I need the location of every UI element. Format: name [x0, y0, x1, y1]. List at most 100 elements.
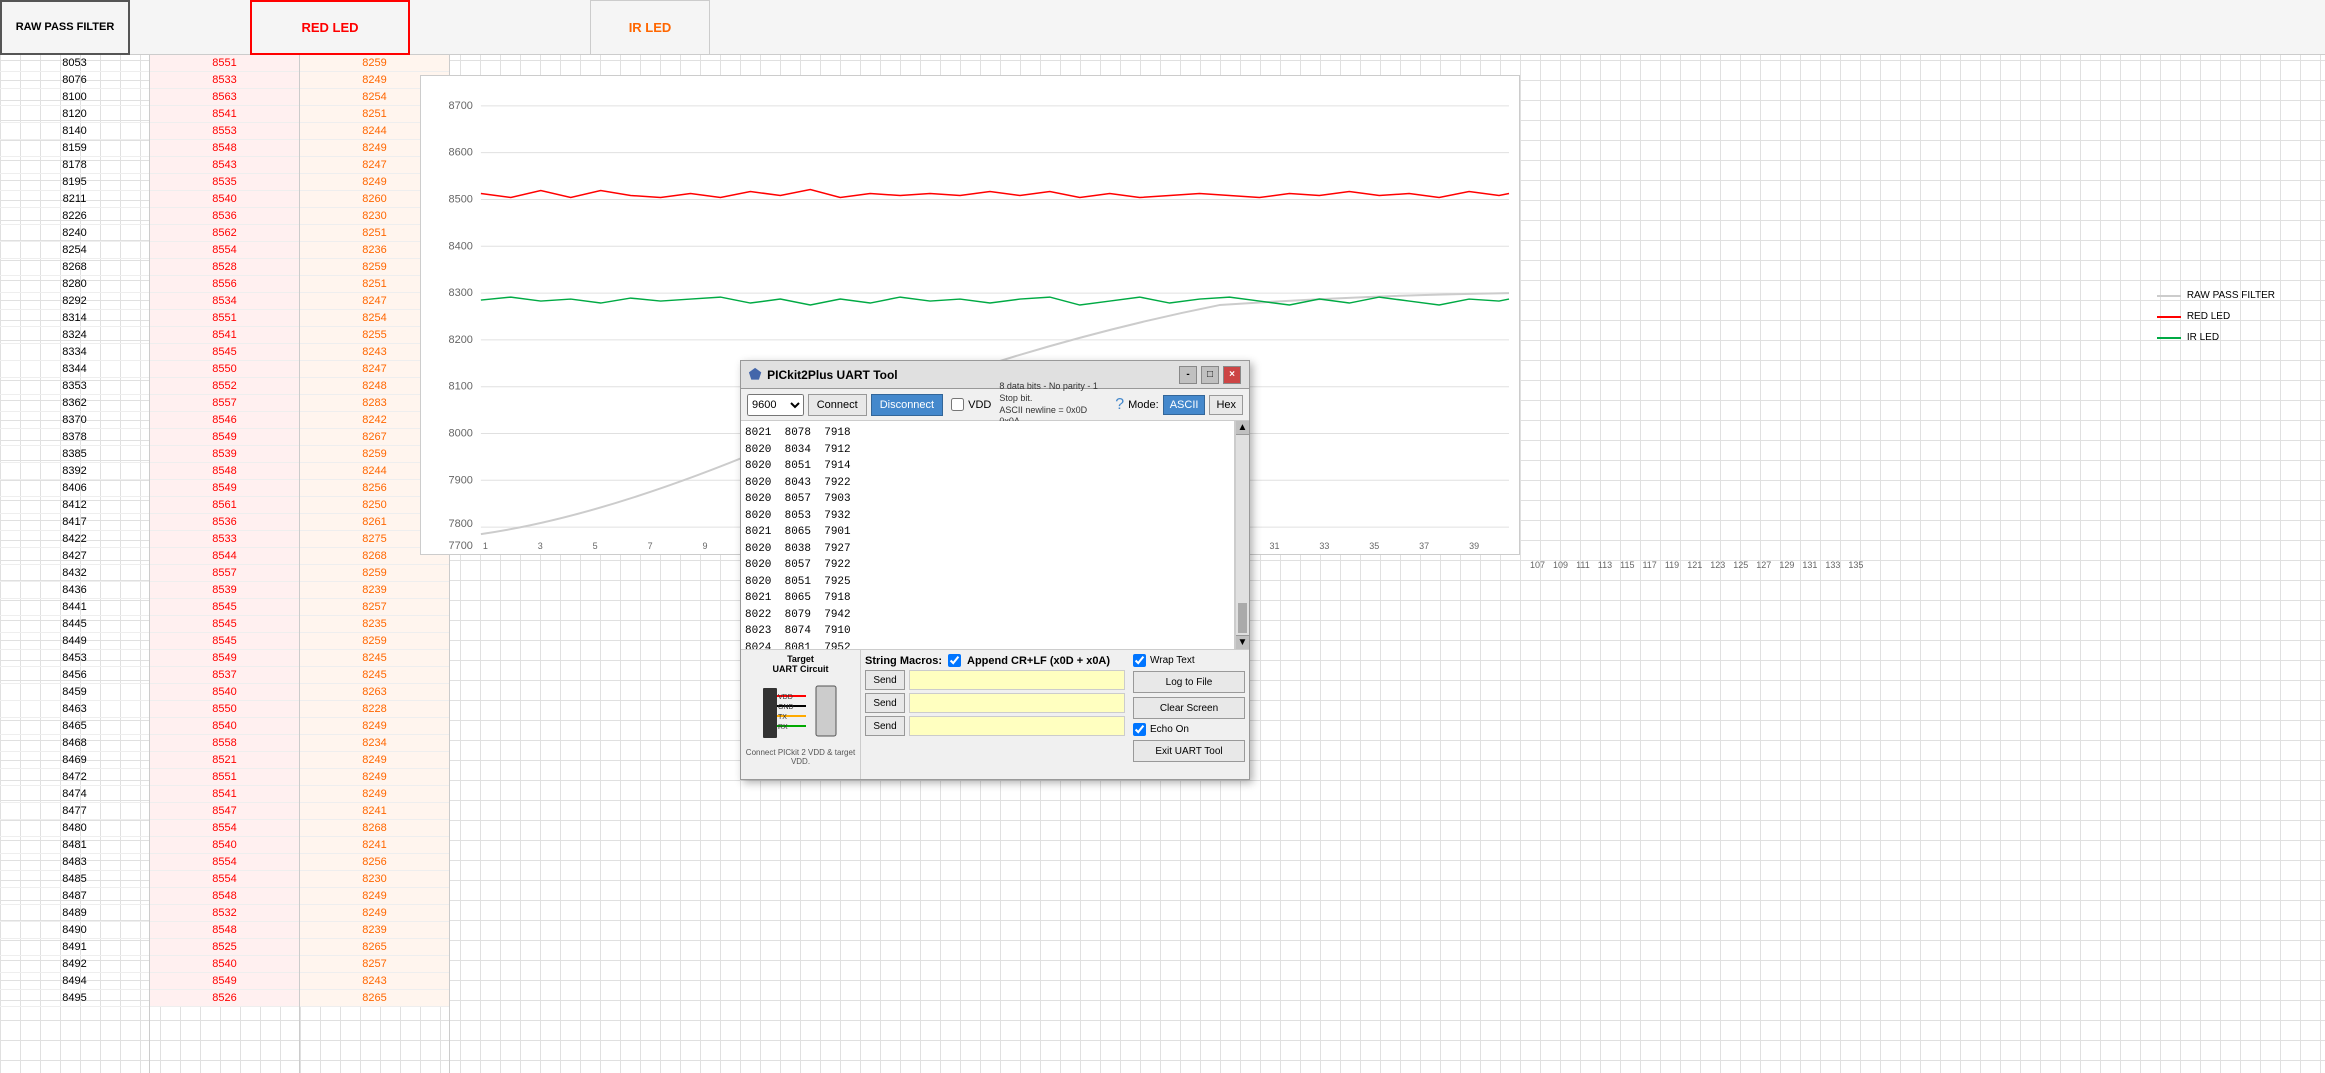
exit-uart-tool-button[interactable]: Exit UART Tool	[1133, 740, 1245, 762]
table-row: 8539	[150, 582, 299, 599]
macro-input-2[interactable]	[909, 693, 1125, 713]
table-row: 8230	[300, 871, 449, 888]
table-row: 8178	[0, 157, 149, 174]
svg-text:8000: 8000	[449, 428, 473, 440]
table-row: 8140	[0, 123, 149, 140]
macro-input-1[interactable]	[909, 670, 1125, 690]
table-row: 8540	[150, 191, 299, 208]
table-row: 8489	[0, 905, 149, 922]
table-row: 8548	[150, 463, 299, 480]
macro-input-3[interactable]	[909, 716, 1125, 736]
mode-area: Mode: ASCII Hex	[1128, 395, 1243, 415]
table-row: 8481	[0, 837, 149, 854]
vdd-checkbox-area[interactable]: VDD	[951, 398, 991, 411]
table-row: 8406	[0, 480, 149, 497]
append-crlf-checkbox[interactable]	[948, 654, 961, 667]
table-row: 8378	[0, 429, 149, 446]
table-row: 8159	[0, 140, 149, 157]
wrap-text-label: Wrap Text	[1150, 655, 1195, 666]
table-row: 8540	[150, 718, 299, 735]
dialog-body: 8021 8078 79188020 8034 79128020 8051 79…	[741, 421, 1249, 649]
table-row: 8549	[150, 650, 299, 667]
table-row: 8392	[0, 463, 149, 480]
table-row: 8556	[150, 276, 299, 293]
table-row: 8120	[0, 106, 149, 123]
table-row: 8526	[150, 990, 299, 1007]
table-row: 8536	[150, 514, 299, 531]
maximize-button[interactable]: □	[1201, 366, 1219, 384]
svg-text:7: 7	[648, 541, 653, 551]
legend-raw-pass: RAW PASS FILTER	[2157, 290, 2275, 301]
dialog-window-controls[interactable]: - □ ×	[1179, 366, 1241, 384]
hex-mode-button[interactable]: Hex	[1209, 395, 1243, 415]
list-item: 8020 8043 7922	[745, 475, 1230, 492]
minimize-button[interactable]: -	[1179, 366, 1197, 384]
table-row: 8226	[0, 208, 149, 225]
table-row: 8525	[150, 939, 299, 956]
table-row: 8241	[300, 803, 449, 820]
table-row: 8257	[300, 956, 449, 973]
svg-text:8500: 8500	[449, 193, 473, 205]
dialog-titlebar: ⬟ PICkit2Plus UART Tool - □ ×	[741, 361, 1249, 389]
disconnect-button[interactable]: Disconnect	[871, 394, 943, 416]
list-item: 8020 8053 7932	[745, 508, 1230, 525]
table-row: 8235	[300, 616, 449, 633]
log-to-file-button[interactable]: Log to File	[1133, 671, 1245, 693]
table-row: 8549	[150, 973, 299, 990]
table-row: 8441	[0, 599, 149, 616]
table-row: 8494	[0, 973, 149, 990]
table-row: 8249	[300, 786, 449, 803]
table-row: 8292	[0, 293, 149, 310]
svg-text:8600: 8600	[449, 147, 473, 159]
table-row: 8280	[0, 276, 149, 293]
table-row: 8558	[150, 735, 299, 752]
table-row: 8256	[300, 854, 449, 871]
table-row: 8239	[300, 582, 449, 599]
right-xaxis-labels: 107 109 111 113 115 117 119 121 123 125 …	[1530, 560, 2315, 570]
svg-text:3: 3	[538, 541, 543, 551]
table-row: 8468	[0, 735, 149, 752]
chart-legend: RAW PASS FILTER RED LED IR LED	[2157, 290, 2275, 343]
macro-send-3-button[interactable]: Send	[865, 716, 905, 736]
table-row: 8521	[150, 752, 299, 769]
scroll-thumb[interactable]	[1238, 603, 1247, 633]
table-row: 8545	[150, 599, 299, 616]
table-row: 8234	[300, 735, 449, 752]
macro-send-2-button[interactable]: Send	[865, 693, 905, 713]
table-row: 8485	[0, 871, 149, 888]
baud-rate-select[interactable]: 9600	[747, 394, 804, 416]
connect-button[interactable]: Connect	[808, 394, 867, 416]
ascii-mode-button[interactable]: ASCII	[1163, 395, 1206, 415]
table-row: 8469	[0, 752, 149, 769]
table-row: 8240	[0, 225, 149, 242]
table-row: 8550	[150, 361, 299, 378]
table-row: 8545	[150, 344, 299, 361]
table-row: 8495	[0, 990, 149, 1007]
echo-on-checkbox[interactable]	[1133, 723, 1146, 736]
macro-send-1-button[interactable]: Send	[865, 670, 905, 690]
table-row: 8483	[0, 854, 149, 871]
terminal-scrollbar[interactable]: ▲ ▼	[1235, 421, 1249, 649]
wrap-text-checkbox[interactable]	[1133, 654, 1146, 667]
close-button[interactable]: ×	[1223, 366, 1241, 384]
table-row: 8243	[300, 973, 449, 990]
legend-red-line	[2157, 316, 2181, 318]
table-row: 8491	[0, 939, 149, 956]
echo-on-area: Echo On	[1133, 723, 1245, 736]
table-row: 8536	[150, 208, 299, 225]
table-row: 8472	[0, 769, 149, 786]
clear-screen-button[interactable]: Clear Screen	[1133, 697, 1245, 719]
vdd-checkbox[interactable]	[951, 398, 964, 411]
help-icon[interactable]: ?	[1115, 396, 1124, 414]
terminal-area[interactable]: 8021 8078 79188020 8034 79128020 8051 79…	[741, 421, 1235, 649]
svg-text:31: 31	[1269, 541, 1279, 551]
table-row: 8563	[150, 89, 299, 106]
scroll-up-button[interactable]: ▲	[1236, 421, 1249, 435]
list-item: 8022 8079 7942	[745, 607, 1230, 624]
wrap-text-area: Wrap Text	[1133, 654, 1245, 667]
table-row: 8548	[150, 140, 299, 157]
scroll-down-button[interactable]: ▼	[1236, 635, 1249, 649]
macro-row-2: Send	[865, 693, 1125, 713]
table-row: 8474	[0, 786, 149, 803]
table-row: 8477	[0, 803, 149, 820]
